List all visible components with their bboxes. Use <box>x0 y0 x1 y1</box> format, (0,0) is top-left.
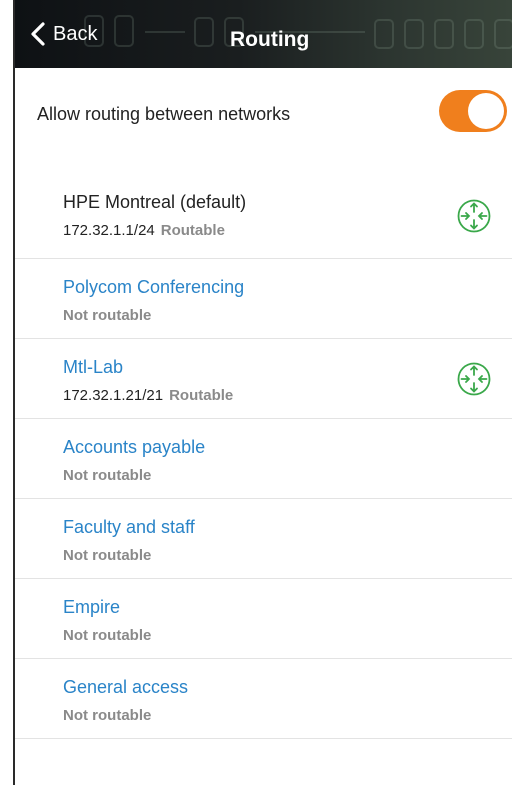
network-detail: Not routable <box>63 307 151 324</box>
network-status: Not routable <box>63 627 152 644</box>
routing-toggle-switch[interactable] <box>439 90 507 132</box>
network-status: Routable <box>160 222 225 239</box>
network-detail: 172.32.1.1/24 Routable <box>63 222 225 239</box>
network-list: HPE Montreal (default) 172.32.1.1/24 Rout… <box>15 176 512 739</box>
left-edge <box>0 0 15 785</box>
network-detail: Not routable <box>63 707 151 724</box>
network-name: Mtl-Lab <box>63 357 124 377</box>
network-name: Accounts payable <box>63 437 206 457</box>
routing-toggle-label: Allow routing between networks <box>37 104 291 124</box>
network-name: Empire <box>63 597 121 617</box>
network-name: HPE Montreal (default) <box>63 192 247 212</box>
network-row-mtl-lab[interactable]: Mtl-Lab 172.32.1.21/21 Routable <box>15 339 512 419</box>
back-label: Back <box>53 22 98 45</box>
page-title: Routing <box>230 28 310 51</box>
network-status: Not routable <box>63 707 152 724</box>
network-row-accounts-payable[interactable]: Accounts payable Not routable <box>15 419 512 499</box>
back-button[interactable]: Back <box>29 22 97 46</box>
network-row-general-access[interactable]: General access Not routable <box>15 659 512 739</box>
network-detail: 172.32.1.21/21 Routable <box>63 387 233 404</box>
network-row-hpe-montreal[interactable]: HPE Montreal (default) 172.32.1.1/24 Rout… <box>15 176 512 259</box>
router-icon[interactable] <box>456 198 492 234</box>
router-icon[interactable] <box>456 361 492 397</box>
network-row-polycom[interactable]: Polycom Conferencing Not routable <box>15 259 512 339</box>
network-name: Faculty and staff <box>63 517 195 537</box>
network-address: 172.32.1.1/24 <box>63 222 155 239</box>
network-status: Not routable <box>63 467 152 484</box>
network-name: Polycom Conferencing <box>63 277 245 297</box>
routing-toggle-row: Allow routing between networks <box>15 68 512 158</box>
network-detail: Not routable <box>63 467 151 484</box>
toggle-knob <box>468 93 504 129</box>
chevron-left-icon <box>31 22 45 46</box>
navigation-bar: Back Routing <box>15 0 512 68</box>
network-status: Routable <box>169 387 234 404</box>
network-status: Not routable <box>63 547 152 564</box>
network-row-empire[interactable]: Empire Not routable <box>15 579 512 659</box>
network-detail: Not routable <box>63 547 151 564</box>
network-name: General access <box>63 677 189 697</box>
network-row-faculty-staff[interactable]: Faculty and staff Not routable <box>15 499 512 579</box>
network-detail: Not routable <box>63 627 151 644</box>
network-status: Not routable <box>63 307 152 324</box>
routing-screen: Back Routing Allow routing between netwo… <box>15 0 512 785</box>
network-address: 172.32.1.21/21 <box>63 387 164 404</box>
